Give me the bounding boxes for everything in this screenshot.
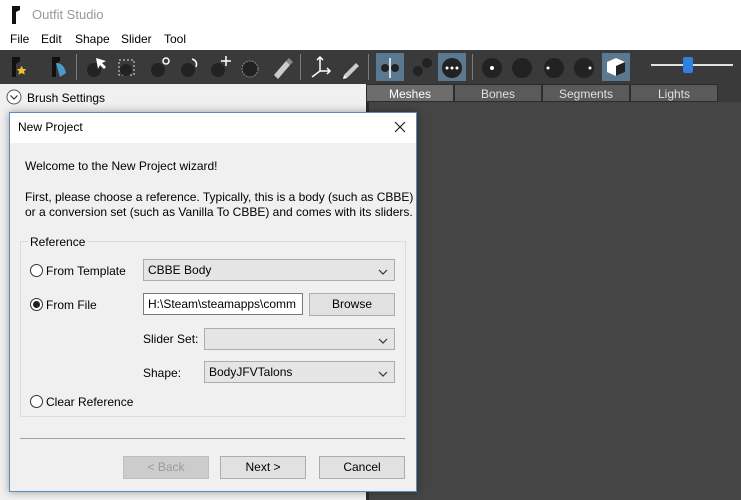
clear-reference-label[interactable]: Clear Reference	[46, 395, 133, 409]
chevron-down-icon	[378, 333, 388, 345]
3d-viewport[interactable]	[366, 102, 741, 500]
light-1-icon[interactable]	[478, 53, 506, 81]
menu-bar: File Edit Shape Slider Tool	[0, 30, 741, 50]
transform-icon[interactable]	[306, 53, 334, 81]
from-file-label[interactable]: From File	[46, 298, 97, 312]
tab-meshes[interactable]: Meshes	[366, 84, 454, 102]
light-4-icon[interactable]	[570, 53, 598, 81]
chevron-down-icon[interactable]	[6, 89, 22, 105]
window-title: Outfit Studio	[32, 7, 104, 22]
view-front-icon[interactable]	[376, 53, 404, 81]
clear-reference-radio[interactable]	[30, 395, 43, 408]
title-bar	[0, 0, 741, 30]
menu-file[interactable]: File	[10, 32, 29, 46]
brush-settings-label: Brush Settings	[27, 91, 106, 105]
outfit-studio-logo-icon	[10, 6, 22, 24]
zoom-slider-thumb[interactable]	[683, 57, 693, 73]
tab-lights[interactable]: Lights	[630, 84, 718, 102]
mask-brush-icon[interactable]	[114, 53, 142, 81]
slider-set-label: Slider Set:	[143, 332, 199, 346]
tab-bones[interactable]: Bones	[454, 84, 542, 102]
shape-select[interactable]: BodyJFVTalons	[204, 361, 395, 383]
shape-label: Shape:	[143, 366, 182, 380]
close-icon[interactable]	[392, 119, 408, 135]
dialog-title: New Project	[18, 120, 83, 134]
shape-select-value: BodyJFVTalons	[209, 365, 293, 379]
view-side-icon[interactable]	[408, 53, 436, 81]
chevron-down-icon	[378, 366, 388, 378]
back-button[interactable]: < Back	[123, 456, 209, 479]
pen-icon[interactable]	[336, 53, 364, 81]
welcome-text: Welcome to the New Project wizard!	[25, 159, 218, 173]
slider-set-select[interactable]	[204, 328, 395, 350]
toolbar	[0, 50, 741, 84]
light-2-icon[interactable]	[508, 53, 536, 81]
cancel-button[interactable]: Cancel	[319, 456, 405, 479]
instructions-line-2: or a conversion set (such as Vanilla To …	[25, 205, 413, 219]
deflate-brush-icon[interactable]	[176, 53, 204, 81]
template-select[interactable]: CBBE Body	[143, 259, 395, 281]
from-file-radio[interactable]	[30, 298, 43, 311]
cube-icon[interactable]	[602, 53, 630, 81]
new-project-icon[interactable]	[4, 53, 32, 81]
from-template-radio[interactable]	[30, 264, 43, 277]
browse-button[interactable]: Browse	[309, 293, 395, 316]
menu-tool[interactable]: Tool	[164, 32, 186, 46]
move-brush-icon[interactable]	[206, 53, 234, 81]
load-outfit-icon[interactable]	[44, 53, 72, 81]
template-select-value: CBBE Body	[148, 263, 212, 277]
from-template-label[interactable]: From Template	[46, 264, 126, 278]
reference-group-label: Reference	[28, 235, 88, 249]
instructions-line-1: First, please choose a reference. Typica…	[25, 190, 414, 204]
view-back-icon[interactable]	[438, 53, 466, 81]
tab-segments[interactable]: Segments	[542, 84, 630, 102]
next-button[interactable]: Next >	[220, 456, 306, 479]
weight-brush-icon[interactable]	[268, 53, 296, 81]
inflate-brush-icon[interactable]	[146, 53, 174, 81]
file-path-input[interactable]: H:\Steam\steamapps\comm	[143, 293, 303, 315]
menu-slider[interactable]: Slider	[121, 32, 152, 46]
select-brush-icon[interactable]	[82, 53, 110, 81]
menu-shape[interactable]: Shape	[75, 32, 110, 46]
menu-edit[interactable]: Edit	[41, 32, 62, 46]
light-3-icon[interactable]	[540, 53, 568, 81]
smooth-brush-icon[interactable]	[236, 53, 264, 81]
chevron-down-icon	[378, 264, 388, 276]
dialog-divider	[20, 438, 405, 439]
